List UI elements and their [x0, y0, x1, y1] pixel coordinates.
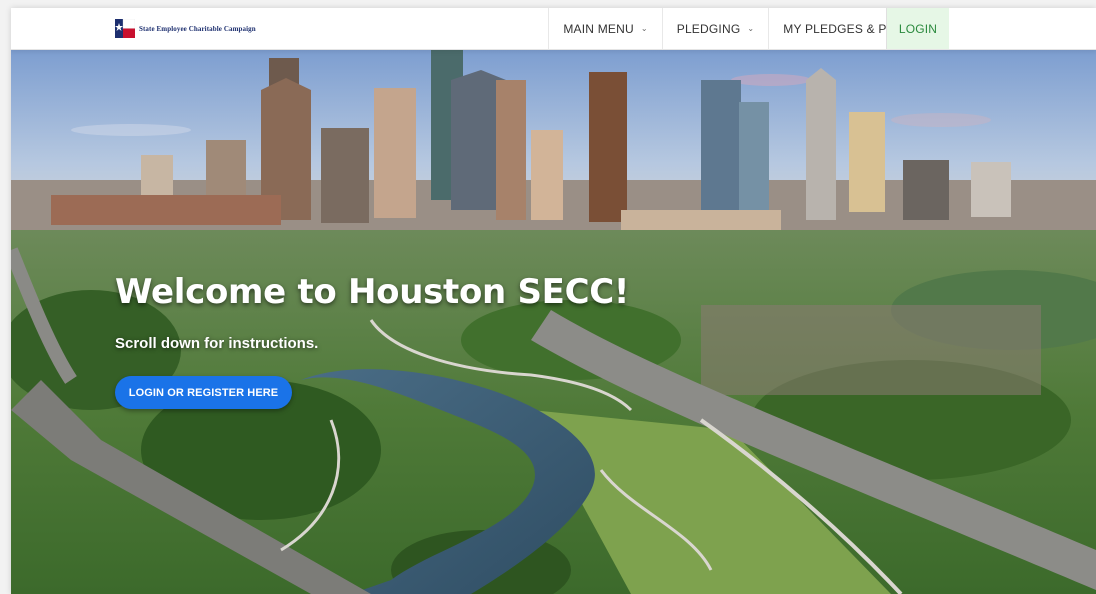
page-frame: State Employee Charitable Campaign MAIN … [11, 8, 1096, 594]
nav-pledging[interactable]: PLEDGING ⌄ [661, 8, 769, 49]
chevron-down-icon: ⌄ [747, 24, 755, 33]
chevron-down-icon: ⌄ [640, 24, 648, 33]
nav-main-menu[interactable]: MAIN MENU ⌄ [548, 8, 661, 49]
site-logo[interactable]: State Employee Charitable Campaign [115, 18, 256, 38]
login-link[interactable]: LOGIN [886, 8, 949, 49]
logo-text: State Employee Charitable Campaign [139, 24, 256, 33]
texas-star-flag-icon [115, 18, 136, 38]
hero-subtitle: Scroll down for instructions. [115, 335, 319, 352]
hero-banner: Welcome to Houston SECC! Scroll down for… [11, 50, 1096, 594]
houston-skyline-image [11, 50, 1096, 594]
top-navbar: State Employee Charitable Campaign MAIN … [11, 8, 1096, 50]
hero-title: Welcome to Houston SECC! [115, 272, 630, 312]
nav-main-menu-label: MAIN MENU [563, 21, 634, 36]
login-register-button[interactable]: LOGIN OR REGISTER HERE [115, 376, 292, 409]
nav-pledging-label: PLEDGING [676, 21, 741, 36]
